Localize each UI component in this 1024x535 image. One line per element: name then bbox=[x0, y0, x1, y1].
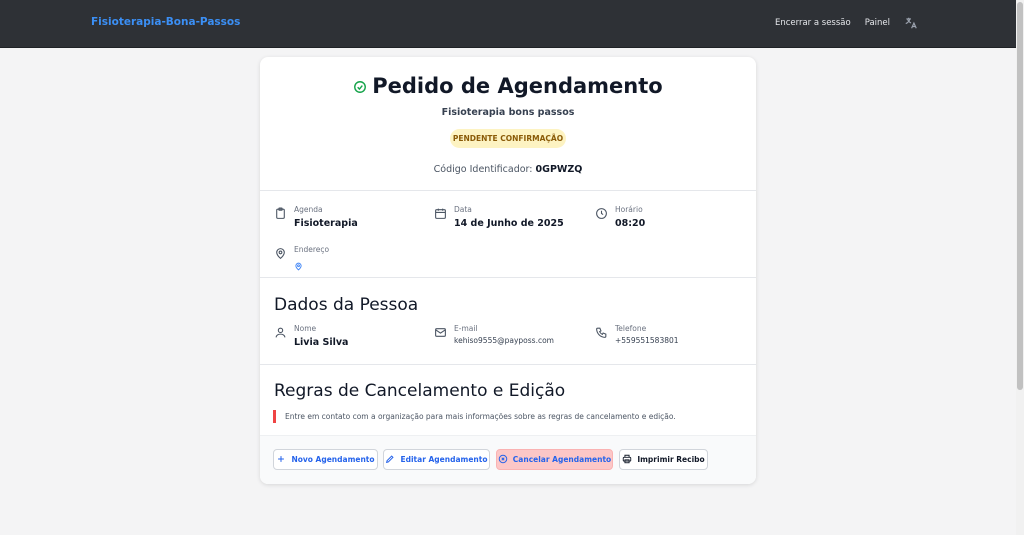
person-section-title: Dados da Pessoa bbox=[274, 295, 419, 315]
date-field: Data 14 de Junho de 2025 bbox=[434, 205, 564, 229]
map-pin-icon[interactable] bbox=[294, 256, 329, 275]
title-row: Pedido de Agendamento bbox=[260, 74, 756, 98]
name-field: Nome Livia Silva bbox=[274, 324, 348, 348]
action-bar: Novo Agendamento Editar Agendamento Canc… bbox=[260, 435, 756, 484]
cancel-appointment-label: Cancelar Agendamento bbox=[512, 455, 612, 464]
rules-section: Regras de Cancelamento e Edição bbox=[260, 365, 756, 435]
phone-label: Telefone bbox=[615, 324, 647, 333]
plus-icon bbox=[276, 454, 286, 466]
name-label: Nome bbox=[294, 324, 317, 333]
address-label: Endereço bbox=[294, 245, 330, 254]
pencil-icon bbox=[385, 454, 395, 466]
new-appointment-label: Novo Agendamento bbox=[291, 455, 375, 464]
booking-info: Agenda Fisioterapia Data 14 de Junho de … bbox=[260, 191, 756, 278]
email-field: E-mail kehiso9555@payposs.com bbox=[434, 324, 554, 345]
time-field: Horário 08:20 bbox=[595, 205, 645, 229]
phone-icon bbox=[595, 324, 608, 338]
top-navbar: Fisioterapia-Bona-Passos Encerrar a sess… bbox=[0, 0, 1016, 48]
location-pin-icon bbox=[274, 245, 287, 260]
code-value: 0GPWZQ bbox=[535, 164, 583, 175]
x-circle-icon bbox=[498, 454, 508, 466]
email-label: E-mail bbox=[454, 324, 478, 333]
appointment-card: Pedido de Agendamento Fisioterapia bons … bbox=[260, 57, 756, 484]
email-value: kehiso9555@payposs.com bbox=[454, 336, 554, 345]
check-circle-icon bbox=[353, 79, 367, 93]
user-icon bbox=[274, 324, 287, 338]
mail-icon bbox=[434, 324, 447, 337]
edit-appointment-label: Editar Agendamento bbox=[400, 455, 488, 464]
agenda-label: Agenda bbox=[294, 205, 323, 214]
print-receipt-label: Imprimir Recibo bbox=[637, 455, 705, 464]
name-value: Livia Silva bbox=[294, 337, 349, 348]
edit-appointment-button[interactable]: Editar Agendamento bbox=[383, 449, 490, 470]
organization-name: Fisioterapia bons passos bbox=[441, 107, 575, 118]
agenda-value: Fisioterapia bbox=[294, 218, 358, 229]
person-section: Dados da Pessoa Nome Livia Silva E-mail … bbox=[260, 278, 756, 365]
translate-icon[interactable] bbox=[904, 16, 918, 30]
time-value: 08:20 bbox=[615, 218, 646, 229]
time-label: Horário bbox=[615, 205, 643, 214]
calendar-icon bbox=[434, 205, 447, 219]
status-badge: PENDENTE CONFIRMAÇÃO bbox=[450, 129, 566, 148]
clock-icon bbox=[595, 205, 608, 219]
rules-section-title: Regras de Cancelamento e Edição bbox=[274, 381, 566, 401]
logout-link[interactable]: Encerrar a sessão bbox=[775, 18, 851, 28]
nav-right: Encerrar a sessão Painel bbox=[775, 16, 918, 30]
page-scrollbar[interactable] bbox=[1016, 0, 1024, 535]
code-label: Código Identificador: bbox=[433, 164, 533, 175]
print-receipt-button[interactable]: Imprimir Recibo bbox=[619, 449, 708, 470]
page-title: Pedido de Agendamento bbox=[372, 74, 663, 98]
date-value: 14 de Junho de 2025 bbox=[454, 218, 564, 229]
clipboard-icon bbox=[274, 205, 287, 219]
new-appointment-button[interactable]: Novo Agendamento bbox=[273, 449, 378, 470]
panel-link[interactable]: Painel bbox=[865, 18, 890, 28]
printer-icon bbox=[622, 454, 632, 466]
rules-note: Entre em contato com a organização para … bbox=[273, 410, 743, 423]
phone-field: Telefone +559551583801 bbox=[595, 324, 679, 345]
agenda-field: Agenda Fisioterapia bbox=[274, 205, 358, 229]
cancel-appointment-button[interactable]: Cancelar Agendamento bbox=[496, 449, 613, 470]
appointment-header: Pedido de Agendamento Fisioterapia bons … bbox=[260, 57, 756, 191]
brand-link[interactable]: Fisioterapia-Bona-Passos bbox=[91, 16, 240, 28]
address-field: Endereço bbox=[274, 245, 329, 275]
date-label: Data bbox=[454, 205, 472, 214]
phone-value: +559551583801 bbox=[615, 336, 679, 345]
identifier-code: Código Identificador: 0GPWZQ bbox=[260, 164, 756, 175]
scrollbar-thumb[interactable] bbox=[1017, 2, 1023, 390]
